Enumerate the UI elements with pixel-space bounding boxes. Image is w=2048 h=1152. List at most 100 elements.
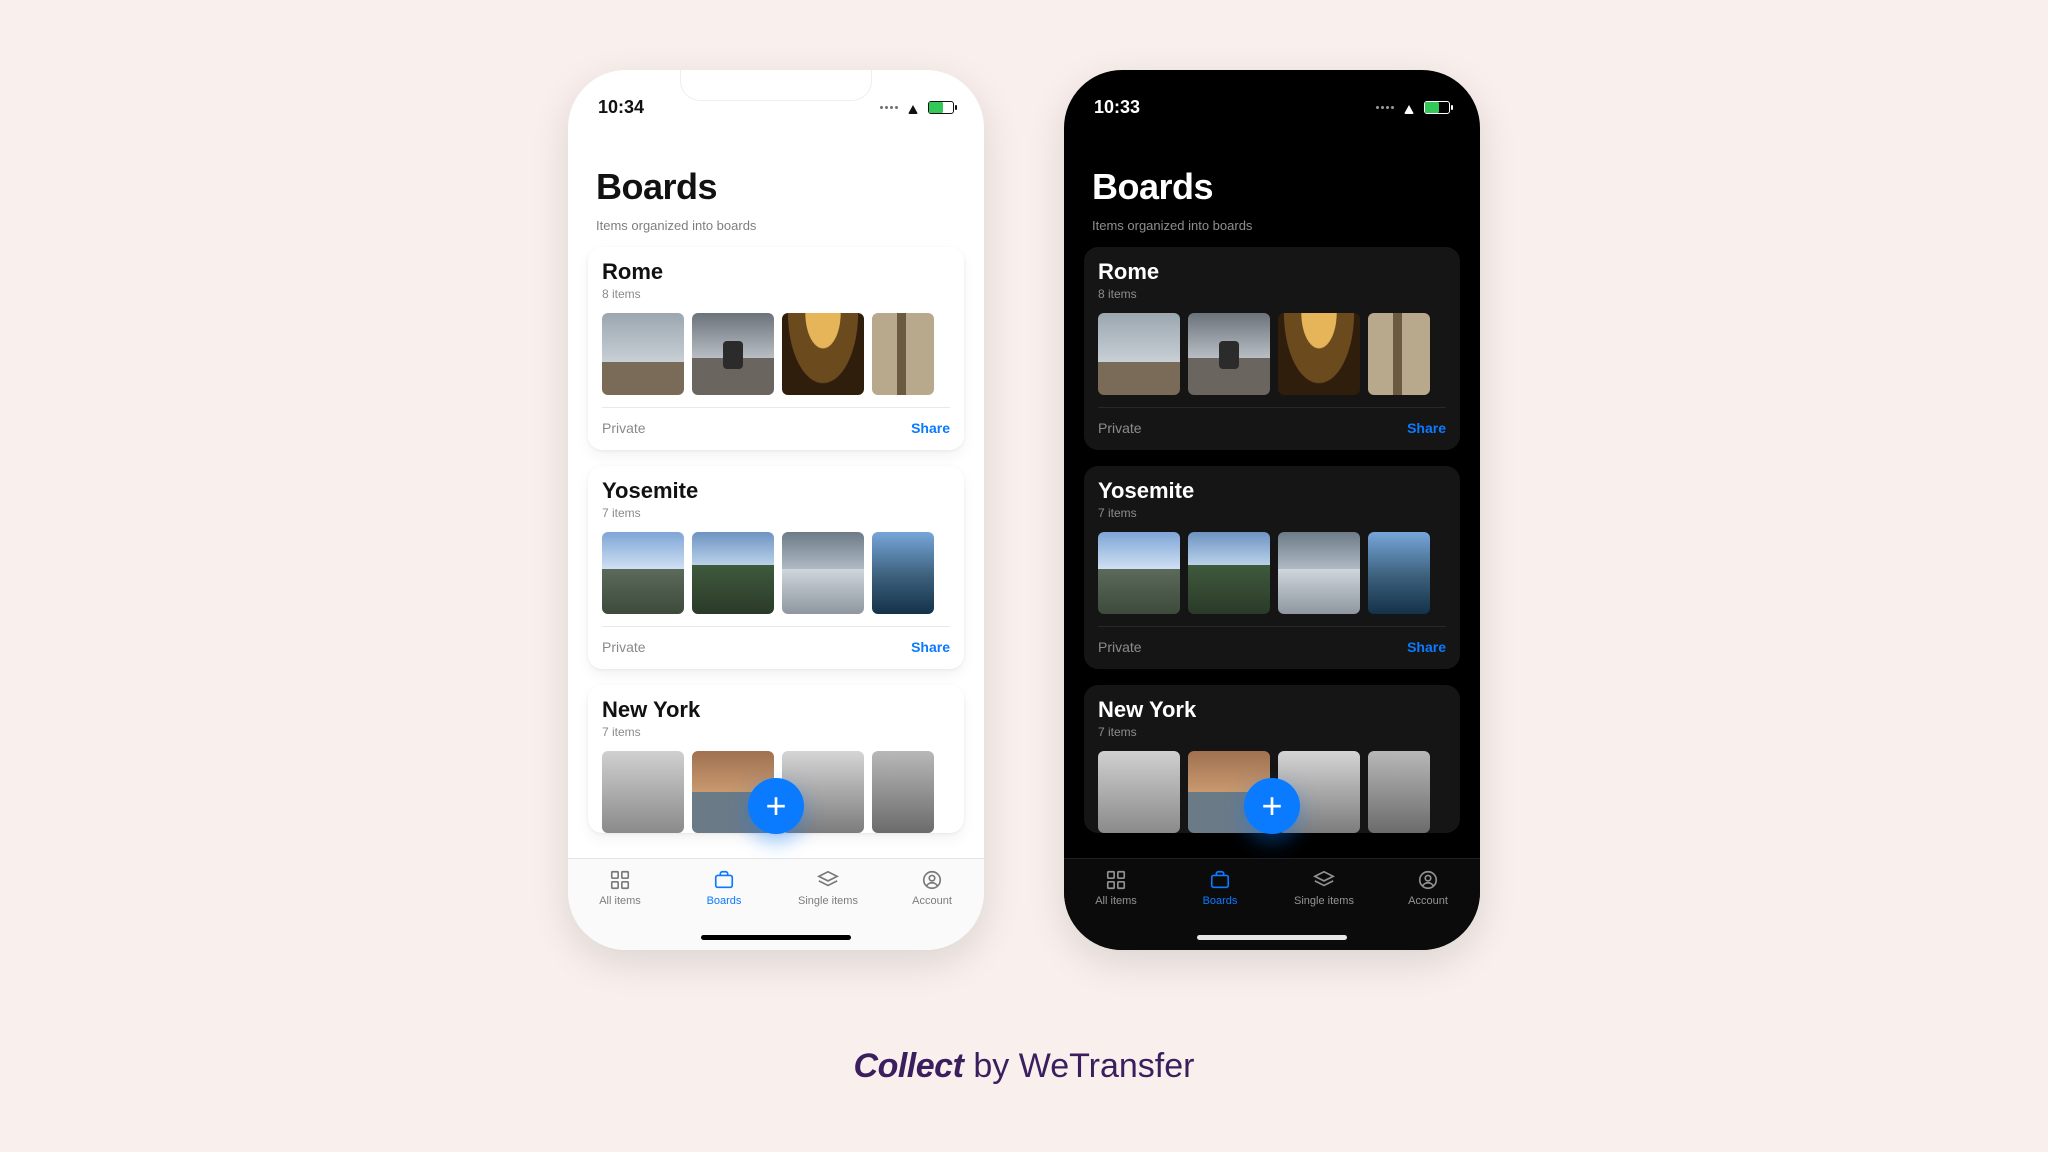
- phone-light: 10:34 Boards Items organized into boards…: [568, 70, 984, 950]
- notch: [676, 70, 876, 104]
- privacy-label: Private: [602, 639, 646, 655]
- tab-single-items[interactable]: Single items: [788, 869, 868, 907]
- board-footer: Private Share: [1098, 407, 1446, 450]
- thumb[interactable]: [1278, 313, 1360, 395]
- wifi-icon: [904, 101, 922, 114]
- thumb[interactable]: [602, 313, 684, 395]
- tab-label: Account: [1408, 895, 1448, 907]
- status-right: [1376, 101, 1450, 114]
- thumb[interactable]: [1278, 532, 1360, 614]
- board-item-count: 8 items: [1098, 287, 1446, 301]
- privacy-label: Private: [1098, 420, 1142, 436]
- user-icon: [1415, 869, 1441, 891]
- thumb[interactable]: [872, 532, 934, 614]
- tab-label: Boards: [1203, 895, 1238, 907]
- brand-caption: Collect by WeTransfer: [854, 1047, 1195, 1086]
- phone-dark: 10:33 Boards Items organized into boards…: [1064, 70, 1480, 950]
- thumb[interactable]: [1368, 313, 1430, 395]
- notch: [1172, 70, 1372, 104]
- thumb[interactable]: [1098, 313, 1180, 395]
- board-footer: Private Share: [1098, 626, 1446, 669]
- plus-icon: +: [1261, 788, 1282, 824]
- board-item-count: 7 items: [602, 506, 950, 520]
- board-title: Yosemite: [1098, 478, 1446, 504]
- thumb[interactable]: [782, 532, 864, 614]
- home-indicator[interactable]: [1197, 935, 1347, 940]
- board-thumbs: [602, 313, 950, 395]
- board-thumbs: [602, 532, 950, 614]
- thumb[interactable]: [1098, 532, 1180, 614]
- board-footer: Private Share: [602, 407, 950, 450]
- page-subtitle: Items organized into boards: [1092, 218, 1452, 233]
- tab-all-items[interactable]: All items: [1076, 869, 1156, 907]
- board-title: Yosemite: [602, 478, 950, 504]
- tab-label: Single items: [1294, 895, 1354, 907]
- privacy-label: Private: [602, 420, 646, 436]
- add-button[interactable]: +: [748, 778, 804, 834]
- grid-icon: [607, 869, 633, 891]
- privacy-label: Private: [1098, 639, 1142, 655]
- tab-label: Single items: [798, 895, 858, 907]
- tab-account[interactable]: Account: [892, 869, 972, 907]
- user-icon: [919, 869, 945, 891]
- board-card-rome[interactable]: Rome 8 items Private Share: [588, 247, 964, 450]
- thumb[interactable]: [782, 313, 864, 395]
- thumb[interactable]: [692, 313, 774, 395]
- thumb[interactable]: [872, 751, 934, 833]
- tab-label: Account: [912, 895, 952, 907]
- battery-icon: [1424, 101, 1450, 114]
- thumb[interactable]: [1188, 532, 1270, 614]
- share-button[interactable]: Share: [911, 639, 950, 655]
- add-button[interactable]: +: [1244, 778, 1300, 834]
- board-item-count: 7 items: [602, 725, 950, 739]
- cellular-icon: [1376, 106, 1394, 109]
- tab-label: All items: [599, 895, 641, 907]
- tab-all-items[interactable]: All items: [580, 869, 660, 907]
- share-button[interactable]: Share: [911, 420, 950, 436]
- board-item-count: 7 items: [1098, 725, 1446, 739]
- tab-boards[interactable]: Boards: [1180, 869, 1260, 907]
- cellular-icon: [880, 106, 898, 109]
- thumb[interactable]: [1098, 751, 1180, 833]
- thumb[interactable]: [1368, 751, 1430, 833]
- wifi-icon: [1400, 101, 1418, 114]
- grid-icon: [1103, 869, 1129, 891]
- brand-logo: Collect: [854, 1047, 964, 1086]
- board-card-yosemite[interactable]: Yosemite 7 items Private Share: [1084, 466, 1460, 669]
- status-time: 10:33: [1094, 97, 1140, 118]
- board-item-count: 7 items: [1098, 506, 1446, 520]
- battery-icon: [928, 101, 954, 114]
- tab-boards[interactable]: Boards: [684, 869, 764, 907]
- status-time: 10:34: [598, 97, 644, 118]
- board-card-rome[interactable]: Rome 8 items Private Share: [1084, 247, 1460, 450]
- board-thumbs: [1098, 532, 1446, 614]
- board-item-count: 8 items: [602, 287, 950, 301]
- page-subtitle: Items organized into boards: [596, 218, 956, 233]
- briefcase-icon: [1207, 869, 1233, 891]
- thumb[interactable]: [1368, 532, 1430, 614]
- page-title: Boards: [596, 166, 956, 208]
- thumb[interactable]: [602, 751, 684, 833]
- brand-byline: by WeTransfer: [973, 1047, 1194, 1086]
- board-card-yosemite[interactable]: Yosemite 7 items Private Share: [588, 466, 964, 669]
- thumb[interactable]: [602, 532, 684, 614]
- tab-label: Boards: [707, 895, 742, 907]
- share-button[interactable]: Share: [1407, 639, 1446, 655]
- tab-single-items[interactable]: Single items: [1284, 869, 1364, 907]
- share-button[interactable]: Share: [1407, 420, 1446, 436]
- plus-icon: +: [765, 788, 786, 824]
- layers-icon: [1311, 869, 1337, 891]
- board-title: Rome: [602, 259, 950, 285]
- board-title: New York: [602, 697, 950, 723]
- status-right: [880, 101, 954, 114]
- layers-icon: [815, 869, 841, 891]
- tab-account[interactable]: Account: [1388, 869, 1468, 907]
- thumb[interactable]: [1188, 313, 1270, 395]
- page-title: Boards: [1092, 166, 1452, 208]
- tab-label: All items: [1095, 895, 1137, 907]
- briefcase-icon: [711, 869, 737, 891]
- thumb[interactable]: [872, 313, 934, 395]
- board-thumbs: [1098, 313, 1446, 395]
- home-indicator[interactable]: [701, 935, 851, 940]
- thumb[interactable]: [692, 532, 774, 614]
